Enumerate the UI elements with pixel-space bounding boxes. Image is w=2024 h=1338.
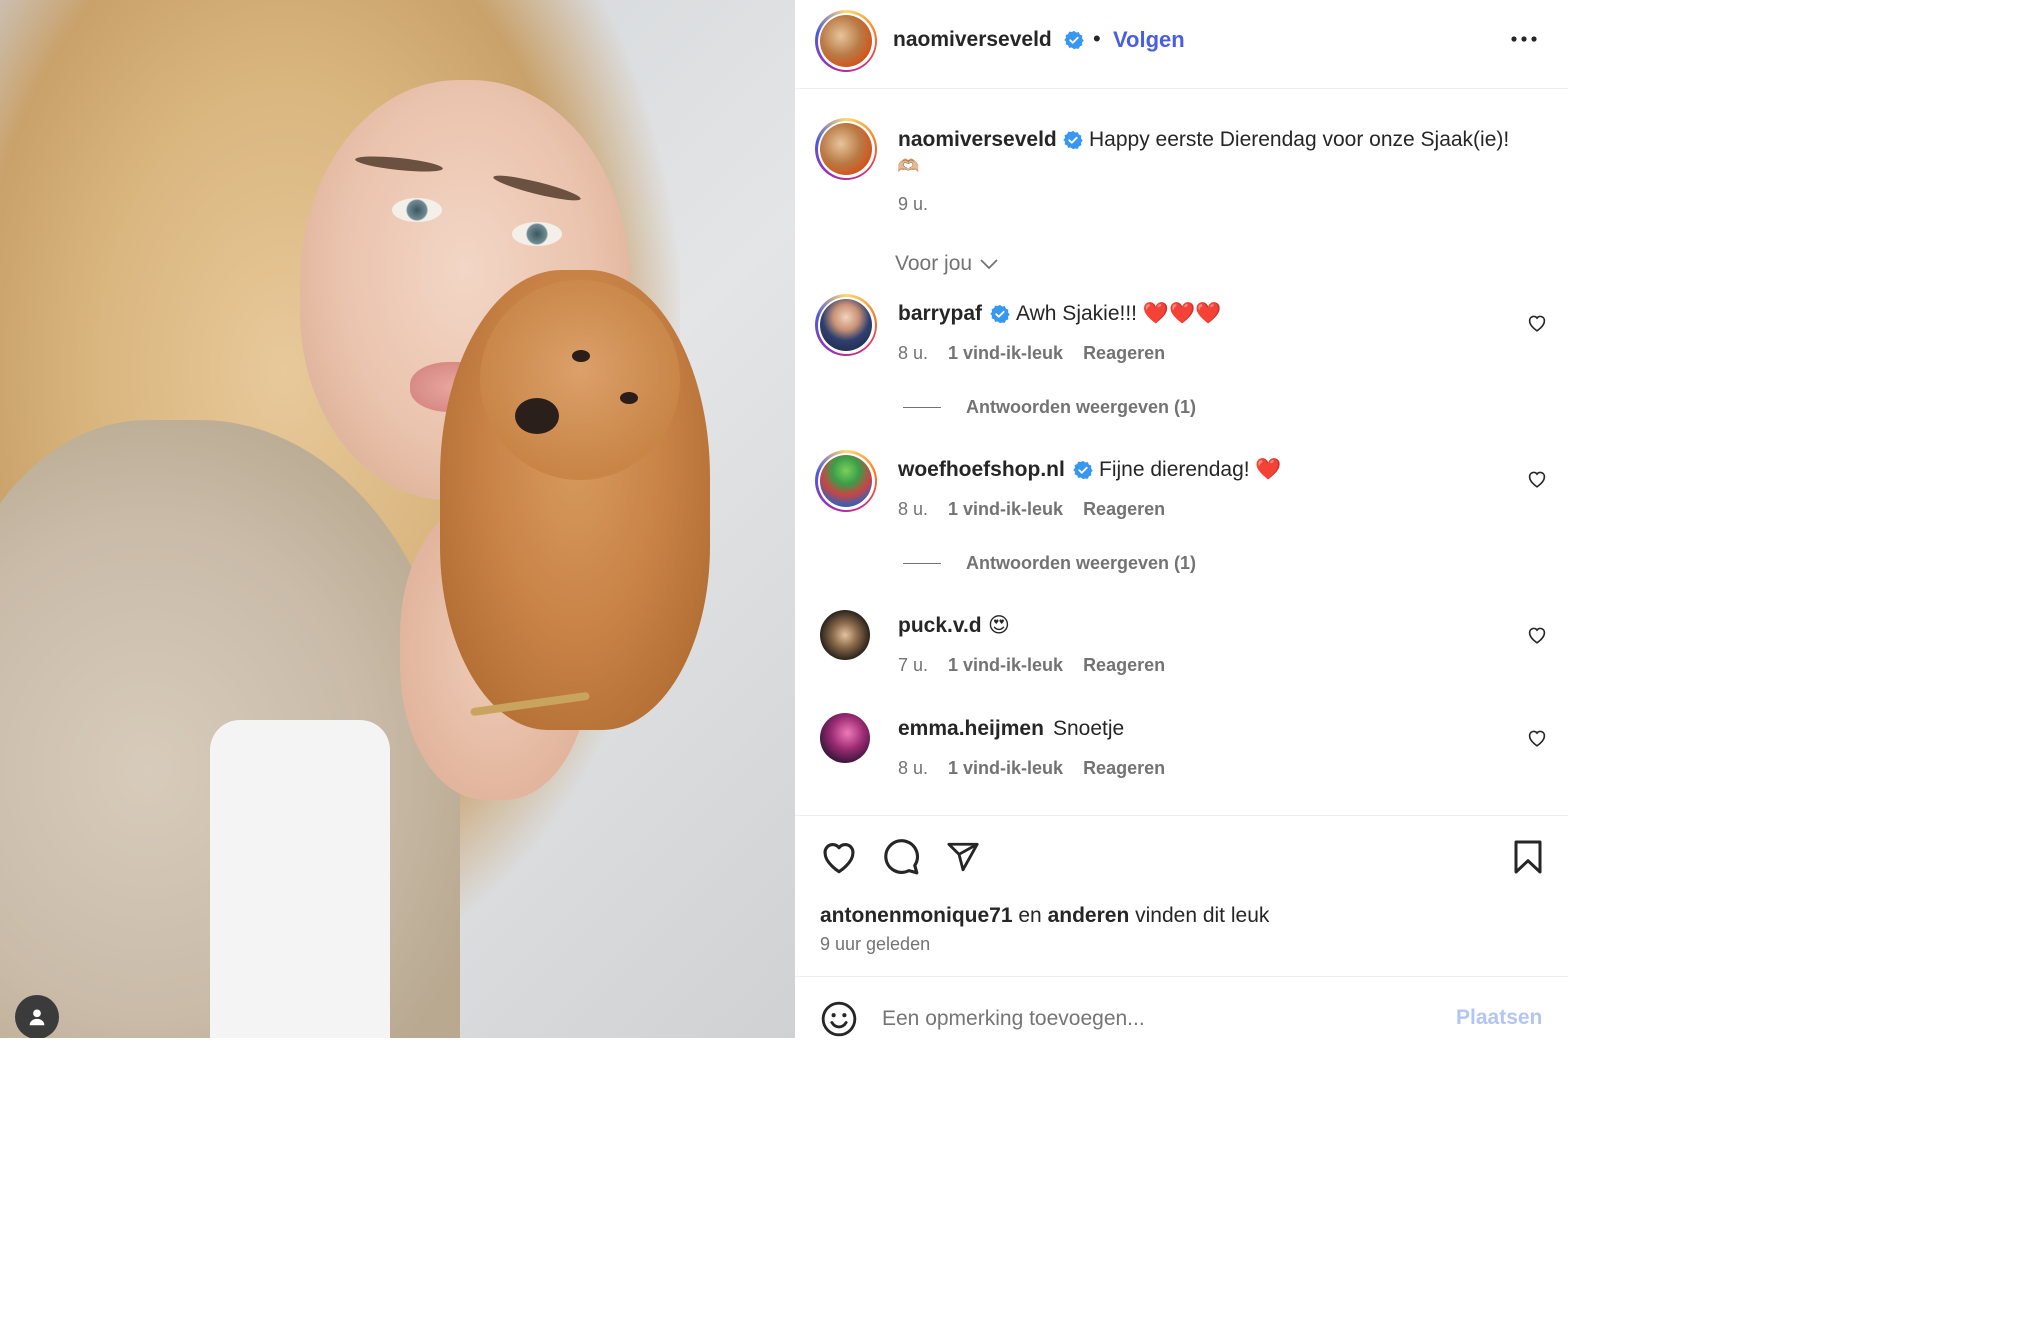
comment-sort-label: Voor jou xyxy=(895,252,973,275)
post-photo[interactable] xyxy=(0,0,795,1038)
comment-likes[interactable]: 1 vind-ik-leuk xyxy=(948,499,1063,520)
add-comment-input[interactable] xyxy=(882,1002,1422,1036)
comment-text: Snoetje xyxy=(1053,717,1125,740)
likes-tail: vinden dit leuk xyxy=(1135,904,1270,927)
add-comment-bar: Plaatsen xyxy=(795,978,1568,1038)
comment-likes[interactable]: 1 vind-ik-leuk xyxy=(948,343,1063,364)
comment-time[interactable]: 8 u. xyxy=(898,758,928,779)
heart-icon[interactable] xyxy=(1527,626,1547,644)
post-side-panel: naomiverseveld • Volgen naomiverseveld H… xyxy=(795,0,1568,1038)
bookmark-icon[interactable] xyxy=(1512,839,1544,875)
post-header: naomiverseveld • Volgen xyxy=(795,0,1568,89)
replies-divider xyxy=(903,407,941,408)
comment-text: Fijne dierendag! ❤️ xyxy=(1099,458,1282,481)
comment-username[interactable]: emma.heijmen xyxy=(898,717,1044,741)
comment-meta: 8 u. 1 vind-ik-leuk Reageren xyxy=(898,499,1165,520)
comment-likes[interactable]: 1 vind-ik-leuk xyxy=(948,655,1063,676)
follow-button[interactable]: Volgen xyxy=(1113,27,1185,53)
comment-time[interactable]: 8 u. xyxy=(898,499,928,520)
caption-username[interactable]: naomiverseveld xyxy=(898,128,1057,152)
comment-username[interactable]: barrypaf xyxy=(898,302,982,326)
verified-icon xyxy=(990,304,1010,324)
reply-button[interactable]: Reageren xyxy=(1083,499,1165,520)
verified-icon xyxy=(1063,130,1083,150)
photo-puppy-nose xyxy=(515,398,559,434)
verified-icon xyxy=(1073,460,1093,480)
photo-puppy-eye xyxy=(572,350,590,362)
heart-icon[interactable] xyxy=(1527,314,1547,332)
comment-avatar[interactable] xyxy=(815,450,877,512)
comment-text: 😍 xyxy=(988,614,1010,637)
comment-meta: 7 u. 1 vind-ik-leuk Reageren xyxy=(898,655,1165,676)
photo-puppy-head xyxy=(480,280,680,480)
author-username[interactable]: naomiverseveld xyxy=(893,28,1052,52)
comment-username[interactable]: puck.v.d xyxy=(898,614,982,638)
verified-icon xyxy=(1064,30,1084,50)
reply-button[interactable]: Reageren xyxy=(1083,343,1165,364)
comment-text: Awh Sjakie!!! ❤️❤️❤️ xyxy=(1016,302,1222,325)
comment-sort-dropdown[interactable]: Voor jou xyxy=(895,252,998,276)
likes-summary: antonenmonique71 en anderen vinden dit l… xyxy=(820,904,1269,928)
comment-username[interactable]: woefhoefshop.nl xyxy=(898,458,1065,482)
share-icon[interactable] xyxy=(945,840,981,874)
view-replies-button[interactable]: Antwoorden weergeven (1) xyxy=(903,397,1196,418)
comment-likes[interactable]: 1 vind-ik-leuk xyxy=(948,758,1063,779)
replies-divider xyxy=(903,563,941,564)
reply-button[interactable]: Reageren xyxy=(1083,758,1165,779)
caption-time[interactable]: 9 u. xyxy=(898,194,928,215)
tagged-users-button[interactable] xyxy=(15,995,59,1038)
post-timestamp[interactable]: 9 uur geleden xyxy=(820,934,930,955)
caption-avatar[interactable] xyxy=(815,118,877,180)
photo-puppy-eye xyxy=(620,392,638,404)
photo-eye xyxy=(392,198,442,222)
comment-avatar[interactable] xyxy=(820,610,870,660)
comment: woefhoefshop.nl Fijne dierendag! ❤️ 8 u.… xyxy=(795,448,1568,578)
separator-dot: • xyxy=(1093,26,1101,51)
more-icon[interactable] xyxy=(1510,34,1538,44)
comment-time[interactable]: 7 u. xyxy=(898,655,928,676)
heart-icon[interactable] xyxy=(1527,470,1547,488)
caption: naomiverseveld Happy eerste Dierendag vo… xyxy=(795,118,1568,228)
comment-avatar[interactable] xyxy=(820,713,870,763)
photo-eye xyxy=(512,222,562,246)
view-replies-button[interactable]: Antwoorden weergeven (1) xyxy=(903,553,1196,574)
comment-meta: 8 u. 1 vind-ik-leuk Reageren xyxy=(898,758,1165,779)
user-icon xyxy=(29,1009,45,1026)
comment-icon[interactable] xyxy=(882,838,920,876)
liker-username[interactable]: antonenmonique71 xyxy=(820,904,1013,927)
likes-connector: en xyxy=(1018,904,1042,927)
caption-text: Happy eerste Dierendag voor onze Sjaak(i… xyxy=(1089,128,1510,151)
reply-button[interactable]: Reageren xyxy=(1083,655,1165,676)
view-replies-label: Antwoorden weergeven (1) xyxy=(966,553,1197,573)
emoji-icon[interactable] xyxy=(820,1000,858,1038)
comment: emma.heijmen Snoetje 8 u. 1 vind-ik-leuk… xyxy=(795,707,1568,787)
comment: barrypaf Awh Sjakie!!! ❤️❤️❤️ 8 u. 1 vin… xyxy=(795,292,1568,422)
comment: puck.v.d 😍 7 u. 1 vind-ik-leuk Reageren xyxy=(795,604,1568,684)
post-comment-button[interactable]: Plaatsen xyxy=(1456,1006,1542,1030)
view-replies-label: Antwoorden weergeven (1) xyxy=(966,397,1197,417)
comment-avatar[interactable] xyxy=(815,294,877,356)
caption-emoji: 🫶🏼 xyxy=(897,156,920,176)
heart-icon[interactable] xyxy=(820,840,858,874)
comment-time[interactable]: 8 u. xyxy=(898,343,928,364)
heart-icon[interactable] xyxy=(1527,729,1547,747)
chevron-down-icon xyxy=(980,259,998,270)
photo-shirt xyxy=(210,720,390,1038)
author-avatar[interactable] xyxy=(815,10,877,72)
likes-others-link[interactable]: anderen xyxy=(1048,904,1130,927)
post-actions: antonenmonique71 en anderen vinden dit l… xyxy=(795,815,1568,977)
comment-meta: 8 u. 1 vind-ik-leuk Reageren xyxy=(898,343,1165,364)
